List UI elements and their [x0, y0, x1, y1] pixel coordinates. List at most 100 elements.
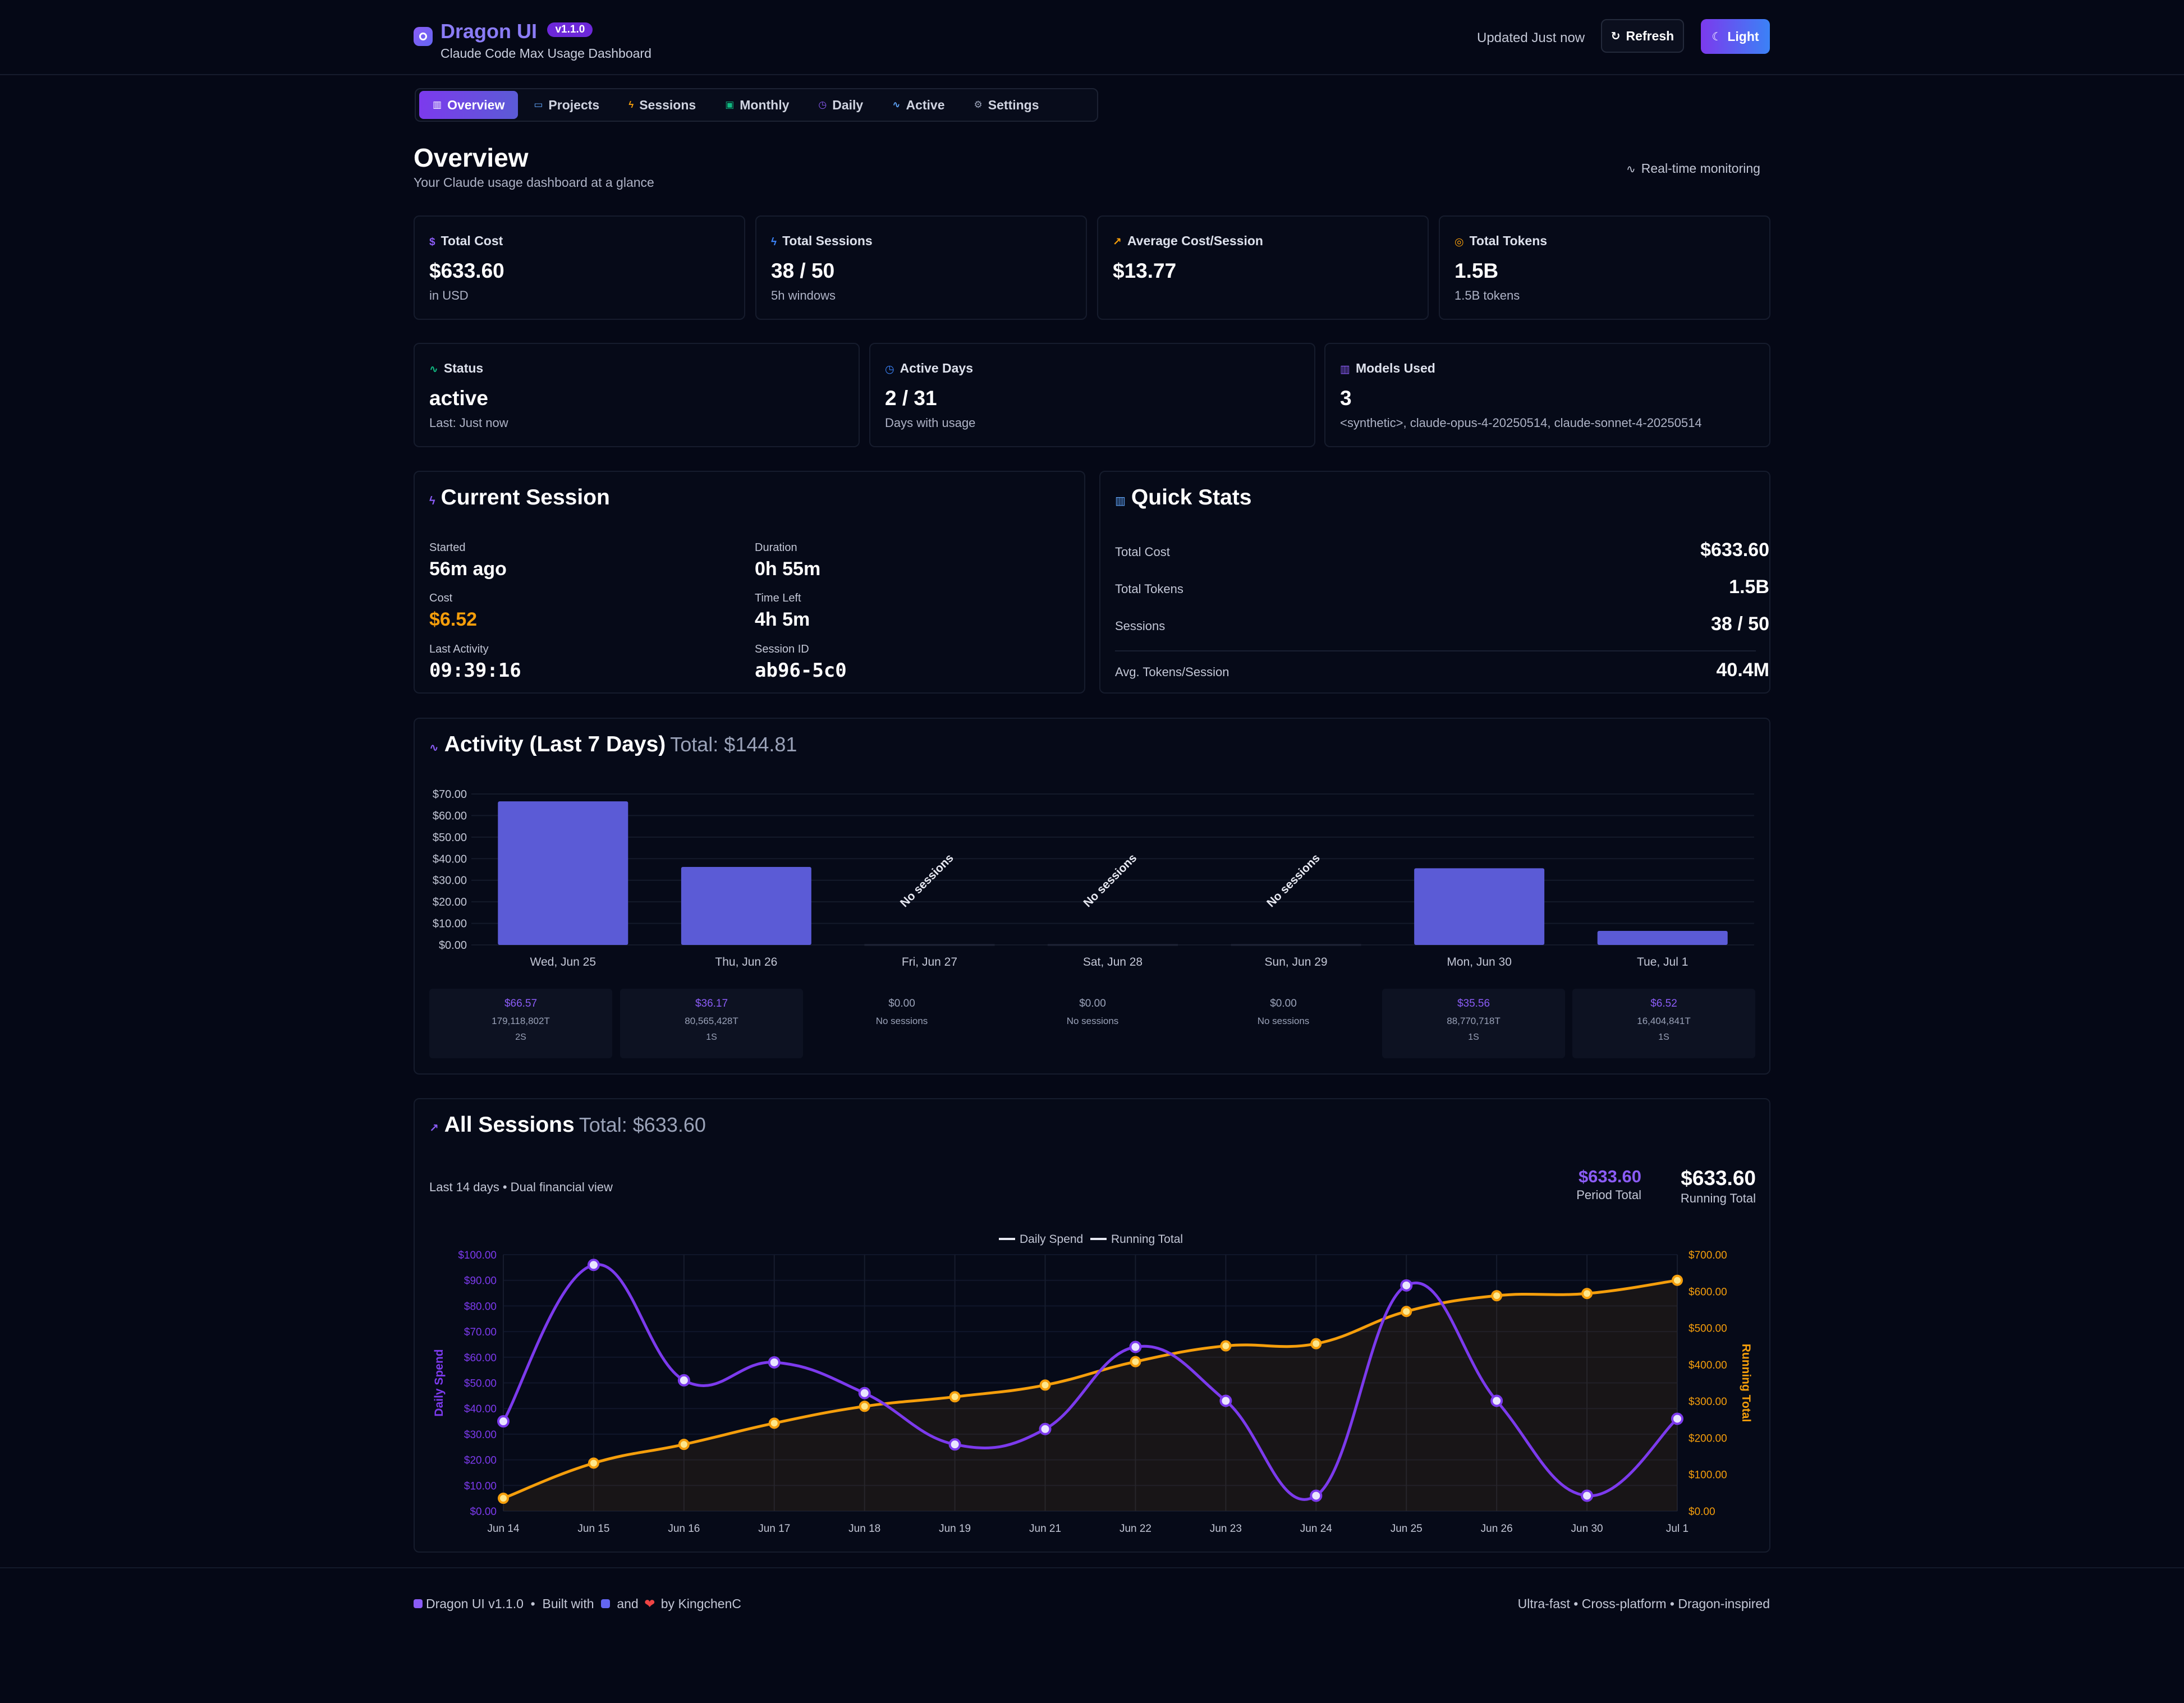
daily-spend-point: [677, 1374, 690, 1387]
y-tick-label: $60.00: [464, 1352, 497, 1364]
x-tick-label: Jun 23: [1210, 1523, 1242, 1535]
daily-spend-point: [1581, 1489, 1594, 1502]
stat-card-active-days: ◷ Active Days 2 / 31 Days with usage: [869, 343, 1315, 447]
stat-sub: 1.5B tokens: [1455, 288, 1520, 302]
legend-label: Daily Spend: [1020, 1233, 1083, 1246]
stat-card-models-used: ▥ Models Used 3 <synthetic>, claude-opus-…: [1324, 343, 1770, 447]
trend-icon: ↗: [429, 1122, 439, 1135]
stat-label: ∿ Status: [429, 361, 484, 375]
period-total: $633.60 Period Total: [1576, 1167, 1641, 1202]
stat-card-average-cost: ↗ Average Cost/Session $13.77: [1097, 215, 1429, 320]
y-tick-label: $50.00: [464, 1378, 497, 1390]
dragon-logo-icon: [414, 27, 433, 46]
daily-spend-point: [1310, 1489, 1323, 1502]
dollar-icon: $: [429, 236, 435, 248]
y2-tick-label: $600.00: [1689, 1286, 1727, 1298]
tab-sessions[interactable]: ϟ Sessions: [615, 91, 709, 119]
y-axis-label: Daily Spend: [433, 1349, 446, 1416]
daily-spend-point: [858, 1387, 871, 1399]
y2-tick-label: $500.00: [1689, 1323, 1727, 1335]
x-tick-label: Fri, Jun 27: [902, 956, 957, 968]
daily-spend-point: [1671, 1412, 1683, 1425]
x-tick-label: Jun 22: [1119, 1523, 1151, 1535]
section-title: ↗ All Sessions Total: $633.60: [429, 1113, 706, 1137]
time-left-value: 4h 5m: [755, 609, 810, 630]
x-tick-label: Thu, Jun 26: [715, 956, 777, 968]
y-tick-label: $0.00: [439, 939, 467, 952]
refresh-label: Refresh: [1626, 28, 1674, 43]
stat-value: $633.60: [429, 259, 504, 282]
x-tick-label: Tue, Jul 1: [1637, 956, 1688, 968]
theme-toggle-button[interactable]: ☾ Light: [1701, 19, 1770, 54]
chart-icon: ▥: [1340, 364, 1350, 375]
day-summary: $0.00 No sessions: [1257, 998, 1310, 1026]
day-summary: $36.17 80,565,428T 1S: [620, 989, 803, 1058]
running-total-point: [859, 1401, 870, 1412]
divider: [1115, 650, 1756, 651]
calendar-icon: ▣: [725, 99, 735, 110]
y-tick-label: $20.00: [464, 1455, 497, 1467]
y2-tick-label: $0.00: [1689, 1506, 1715, 1518]
y2-axis-label: Running Total: [1740, 1344, 1752, 1422]
app-title: Dragon UI: [441, 20, 538, 43]
x-tick-label: Jun 30: [1571, 1523, 1603, 1535]
tab-label: Overview: [447, 97, 505, 112]
daily-spend-point: [1039, 1422, 1052, 1435]
tab-label: Active: [906, 97, 945, 112]
session-id-value: ab96-5c0: [755, 659, 847, 682]
started-value: 56m ago: [429, 558, 507, 580]
y-tick-label: $10.00: [433, 918, 467, 930]
running-total-point: [588, 1457, 599, 1469]
cost-value: $6.52: [429, 609, 478, 630]
started-label: Started: [429, 541, 466, 554]
daily-spend-point: [1490, 1394, 1503, 1407]
rust-icon: [600, 1599, 610, 1608]
tab-label: Settings: [988, 97, 1039, 112]
footer-left: Dragon UI v1.1.0 • Built with and ❤ by K…: [414, 1596, 741, 1612]
time-left-label: Time Left: [755, 592, 801, 604]
running-total-point: [768, 1417, 780, 1429]
daily-spend-point: [1129, 1341, 1142, 1353]
y-tick-label: $0.00: [470, 1506, 497, 1518]
tab-projects[interactable]: ▭ Projects: [520, 91, 613, 119]
day-summary: $0.00 No sessions: [875, 998, 928, 1026]
brand: Dragon UI v1.1.0 Claude Code Max Usage D…: [414, 20, 651, 61]
gear-icon: ⚙: [974, 99, 983, 110]
section-title: ϟ Current Session: [429, 485, 610, 509]
tab-settings[interactable]: ⚙ Settings: [961, 91, 1053, 119]
y2-tick-label: $200.00: [1689, 1433, 1727, 1444]
realtime-indicator: ∿ Real-time monitoring: [1626, 161, 1760, 176]
realtime-label: Real-time monitoring: [1641, 161, 1760, 176]
daily-spend-point: [1219, 1394, 1232, 1407]
x-tick-label: Jun 21: [1029, 1523, 1061, 1535]
sessions-line-chart: Daily Spend Running Total $0.00 $10.00 $20.0…: [433, 1233, 1752, 1535]
updated-status: Updated Just now: [1477, 30, 1585, 45]
refresh-button[interactable]: ↻ Refresh: [1601, 19, 1684, 53]
tab-active[interactable]: ∿ Active: [879, 91, 958, 119]
bolt-icon: ϟ: [628, 99, 634, 110]
stat-label: ϟ Total Sessions: [771, 233, 873, 248]
top-bar: Dragon UI v1.1.0 Claude Code Max Usage D…: [0, 0, 2184, 75]
stat-label: ◷ Active Days: [885, 361, 974, 375]
tab-monthly[interactable]: ▣ Monthly: [712, 91, 802, 119]
stat-label: ▥ Models Used: [1340, 361, 1435, 375]
stat-sub: Last: Just now: [429, 416, 508, 430]
footer-divider: [0, 1567, 2184, 1568]
duration-label: Duration: [755, 541, 797, 554]
x-tick-label: Wed, Jun 25: [530, 956, 597, 968]
x-tick-label: Mon, Jun 30: [1447, 956, 1512, 968]
y2-tick-label: $700.00: [1689, 1250, 1727, 1261]
y2-tick-label: $400.00: [1689, 1360, 1727, 1371]
section-title: ▥ Quick Stats: [1115, 485, 1252, 509]
bolt-icon: ϟ: [429, 495, 435, 507]
tab-overview[interactable]: ▥ Overview: [419, 91, 519, 119]
stat-sub: 5h windows: [771, 288, 836, 302]
duration-value: 0h 55m: [755, 558, 821, 580]
tab-daily[interactable]: ◷ Daily: [805, 91, 877, 119]
stat-label: ◎ Total Tokens: [1455, 233, 1548, 248]
y-tick-label: $40.00: [464, 1403, 497, 1415]
sessions-caption: Last 14 days • Dual financial view: [429, 1180, 613, 1194]
bar: [1597, 930, 1728, 945]
daily-spend-point: [768, 1356, 781, 1369]
x-tick-label: Jun 17: [758, 1523, 790, 1535]
